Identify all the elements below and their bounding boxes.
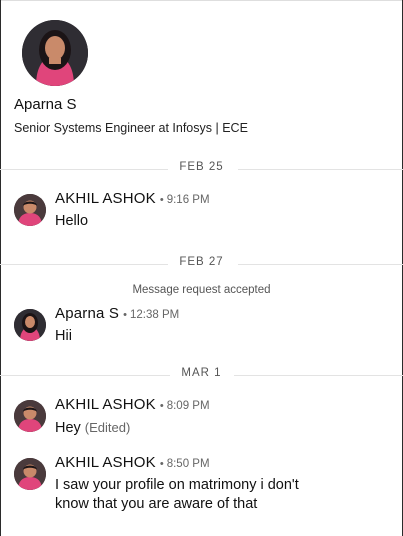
profile-headline: Senior Systems Engineer at Infosys | ECE: [14, 121, 248, 135]
message-request-note: Message request accepted: [132, 284, 271, 296]
message-text-container: Hey (Edited): [55, 418, 130, 438]
separator-line: [238, 169, 403, 170]
message-item: AKHIL ASHOK • 9:16 PM Hello: [14, 190, 393, 234]
message-item: Aparna S • 12:38 PM Hii: [14, 305, 393, 349]
profile-avatar-image: [22, 20, 88, 86]
message-text-line: I saw your profile on matrimony i don't: [55, 477, 299, 493]
edited-label: (Edited): [84, 420, 131, 435]
sender-name[interactable]: AKHIL ASHOK: [55, 454, 156, 471]
sender-avatar[interactable]: [14, 458, 46, 490]
avatar-image: [14, 194, 46, 226]
sender-name[interactable]: AKHIL ASHOK: [55, 396, 156, 413]
date-separator: MAR 1: [0, 367, 403, 383]
date-label: FEB 25: [179, 161, 224, 173]
message-header: AKHIL ASHOK • 8:50 PM: [55, 454, 210, 472]
separator-dot: •: [123, 309, 128, 321]
message-text: Hii: [55, 328, 72, 344]
sender-avatar[interactable]: [14, 309, 46, 341]
message-item: AKHIL ASHOK • 8:09 PM Hey (Edited): [14, 396, 393, 440]
separator-dot: •: [159, 458, 164, 470]
date-separator: FEB 25: [0, 161, 403, 177]
message-item: AKHIL ASHOK • 8:50 PM I saw your profile o…: [14, 454, 393, 520]
message-time: 12:38 PM: [130, 309, 180, 321]
date-label: MAR 1: [181, 367, 222, 379]
date-label: FEB 27: [179, 256, 224, 268]
sender-name[interactable]: Aparna S: [55, 305, 119, 322]
separator-line: [234, 375, 403, 376]
avatar-image: [14, 400, 46, 432]
date-separator: FEB 27: [0, 256, 403, 272]
top-divider: [0, 0, 403, 1]
message-time: 8:50 PM: [166, 458, 210, 470]
profile-name[interactable]: Aparna S: [14, 96, 77, 113]
message-text: Hello: [55, 213, 89, 229]
profile-avatar[interactable]: [22, 20, 88, 86]
message-header: Aparna S • 12:38 PM: [55, 305, 179, 323]
avatar-image: [14, 458, 46, 490]
message-header: AKHIL ASHOK • 9:16 PM: [55, 190, 210, 208]
separator-line: [238, 264, 403, 265]
separator-dot: •: [159, 400, 164, 412]
message-time: 8:09 PM: [166, 400, 210, 412]
sender-avatar[interactable]: [14, 400, 46, 432]
sender-name[interactable]: AKHIL ASHOK: [55, 190, 156, 207]
message-text-container: I saw your profile on matrimony i don't …: [55, 476, 299, 514]
message-text-line: know that you are aware of that: [55, 496, 258, 512]
message-text: Hey: [55, 420, 81, 436]
avatar-image: [14, 309, 46, 341]
separator-dot: •: [159, 194, 164, 206]
message-time: 9:16 PM: [166, 194, 210, 206]
message-header: AKHIL ASHOK • 8:09 PM: [55, 396, 210, 414]
sender-avatar[interactable]: [14, 194, 46, 226]
